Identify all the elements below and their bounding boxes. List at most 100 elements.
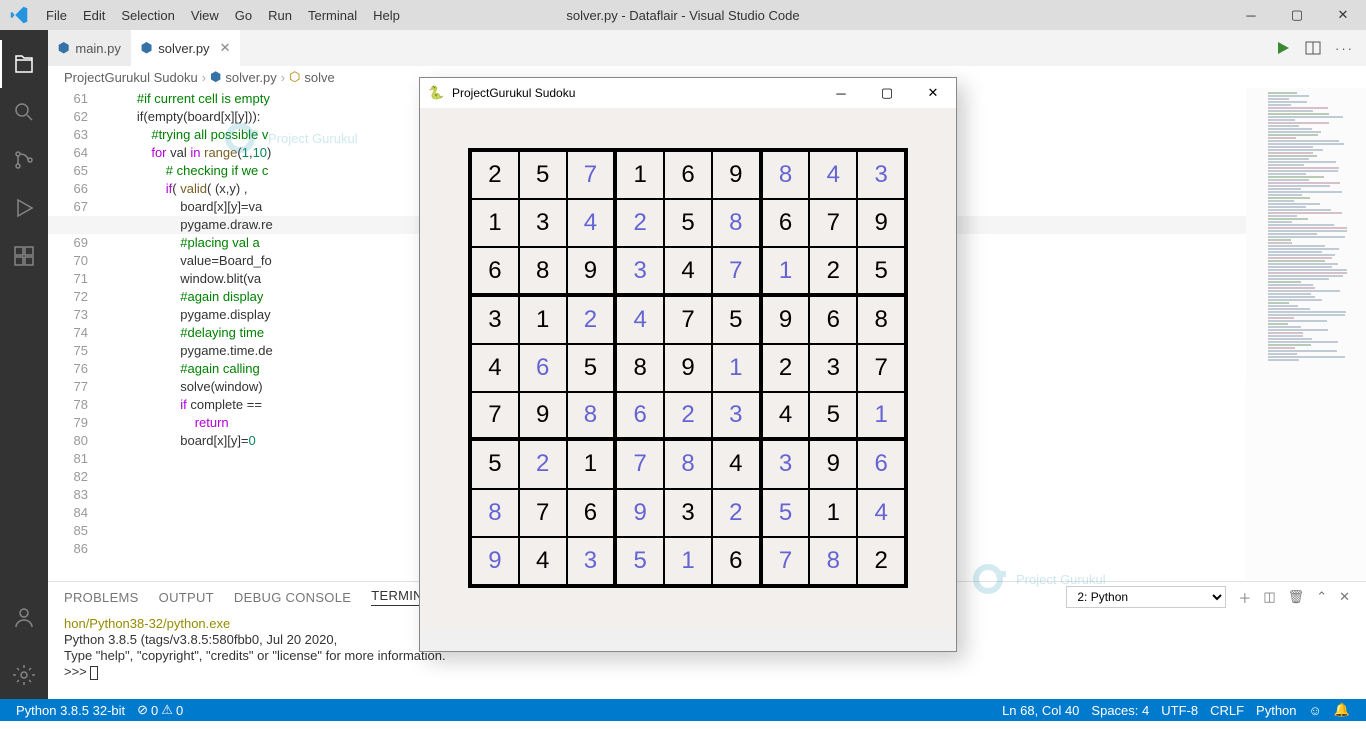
terminal-prompt: >>> [64,664,90,679]
sudoku-cell: 9 [519,392,567,440]
sudoku-cell: 5 [762,489,810,537]
sudoku-cell: 3 [567,537,617,585]
sudoku-cell: 5 [471,440,519,488]
terminal-line: Type "help", "copyright", "credits" or "… [64,648,446,663]
sudoku-cell: 3 [712,392,762,440]
status-eol[interactable]: CRLF [1204,699,1250,721]
sudoku-cell: 2 [857,537,905,585]
menu-terminal[interactable]: Terminal [300,0,365,30]
sudoku-cell: 1 [664,537,712,585]
status-errors[interactable]: ⊘ 0 ⚠ 0 [131,699,189,721]
kill-terminal-icon[interactable]: 🗑 [1288,589,1305,605]
sudoku-cell: 9 [712,151,762,199]
sudoku-cell: 5 [712,296,762,344]
chevron-right-icon: › [202,70,206,85]
status-spaces[interactable]: Spaces: 4 [1085,699,1155,721]
terminal-line: hon/Python38-32/python.exe [64,616,230,631]
sudoku-cell: 3 [762,440,810,488]
status-python[interactable]: Python 3.8.5 32-bit [10,699,131,721]
sudoku-cell: 6 [567,489,617,537]
status-cursor[interactable]: Ln 68, Col 40 [996,699,1085,721]
minimize-button[interactable]: ─ [1228,0,1274,30]
run-icon[interactable] [1275,40,1291,56]
sudoku-cell: 1 [762,247,810,295]
split-terminal-icon[interactable]: ◫ [1263,589,1275,605]
tab-main-py[interactable]: ⬢main.py [48,30,131,66]
sudoku-cell: 5 [567,344,617,392]
menu-bar: FileEditSelectionViewGoRunTerminalHelp [38,0,408,30]
menu-go[interactable]: Go [227,0,260,30]
close-tab-icon[interactable]: ✕ [220,40,231,56]
sudoku-cell: 4 [616,296,664,344]
status-feedback-icon[interactable]: ☺ [1303,699,1328,721]
sudoku-cell: 6 [762,199,810,247]
sudoku-cell: 9 [857,199,905,247]
menu-selection[interactable]: Selection [113,0,182,30]
status-bell-icon[interactable]: 🔔 [1328,699,1356,721]
sudoku-grid: 2571698431342586796893471253124759684658… [468,148,908,588]
source-control-icon[interactable] [0,136,48,184]
run-debug-icon[interactable] [0,184,48,232]
menu-run[interactable]: Run [260,0,300,30]
sudoku-body: 2571698431342586796893471253124759684658… [420,108,956,628]
new-terminal-icon[interactable]: ＋ [1238,588,1251,607]
sudoku-cell: 8 [567,392,617,440]
sudoku-cell: 6 [519,344,567,392]
sudoku-cell: 6 [712,537,762,585]
sudoku-cell: 4 [857,489,905,537]
panel-tab-debug[interactable]: DEBUG CONSOLE [234,590,351,605]
sudoku-cell: 8 [616,344,664,392]
close-button[interactable]: ✕ [1320,0,1366,30]
breadcrumb-item[interactable]: ProjectGurukul Sudoku [64,70,198,85]
panel-tab-problems[interactable]: PROBLEMS [64,590,139,605]
menu-edit[interactable]: Edit [75,0,113,30]
sudoku-cell: 6 [616,392,664,440]
sudoku-cell: 1 [519,296,567,344]
sudoku-cell: 7 [762,537,810,585]
sudoku-minimize-button[interactable]: ─ [818,78,864,108]
sudoku-cell: 8 [809,537,857,585]
sudoku-cell: 8 [857,296,905,344]
menu-view[interactable]: View [183,0,227,30]
sudoku-cell: 9 [567,247,617,295]
sudoku-cell: 8 [712,199,762,247]
pygame-icon: 🐍 [428,85,444,101]
menu-file[interactable]: File [38,0,75,30]
sudoku-close-button[interactable]: ✕ [910,78,956,108]
sudoku-cell: 4 [809,151,857,199]
sudoku-cell: 6 [809,296,857,344]
sudoku-cell: 5 [857,247,905,295]
terminal-select[interactable]: 2: Python [1066,586,1226,608]
split-editor-icon[interactable] [1305,40,1321,56]
window-controls: ─ ▢ ✕ [1228,0,1366,30]
tab-solver-py[interactable]: ⬢solver.py✕ [131,30,241,66]
more-actions-icon[interactable]: ··· [1335,41,1354,56]
breadcrumb-item[interactable]: solve [304,70,334,85]
sudoku-cell: 4 [471,344,519,392]
tab-label: solver.py [158,41,209,56]
extensions-icon[interactable] [0,232,48,280]
titlebar: FileEditSelectionViewGoRunTerminalHelp s… [0,0,1366,30]
search-icon[interactable] [0,88,48,136]
settings-icon[interactable] [0,651,48,699]
panel-tab-output[interactable]: OUTPUT [159,590,214,605]
terminal-line: Python 3.8.5 (tags/v3.8.5:580fbb0, Jul 2… [64,632,337,647]
minimap[interactable] [1246,88,1366,581]
sudoku-cell: 7 [519,489,567,537]
sudoku-cell: 8 [471,489,519,537]
sudoku-cell: 6 [857,440,905,488]
maximize-button[interactable]: ▢ [1274,0,1320,30]
menu-help[interactable]: Help [365,0,408,30]
sudoku-window[interactable]: 🐍 ProjectGurukul Sudoku ─ ▢ ✕ 2571698431… [419,77,957,652]
sudoku-titlebar[interactable]: 🐍 ProjectGurukul Sudoku ─ ▢ ✕ [420,78,956,108]
sudoku-maximize-button[interactable]: ▢ [864,78,910,108]
status-encoding[interactable]: UTF-8 [1155,699,1204,721]
breadcrumb-item[interactable]: solver.py [225,70,276,85]
account-icon[interactable] [0,593,48,641]
close-panel-icon[interactable]: ✕ [1339,589,1350,605]
status-language[interactable]: Python [1250,699,1302,721]
maximize-panel-icon[interactable]: ⌃ [1316,589,1327,605]
explorer-icon[interactable] [0,40,48,88]
sudoku-cell: 6 [471,247,519,295]
python-file-icon: ⬢ [58,40,69,56]
